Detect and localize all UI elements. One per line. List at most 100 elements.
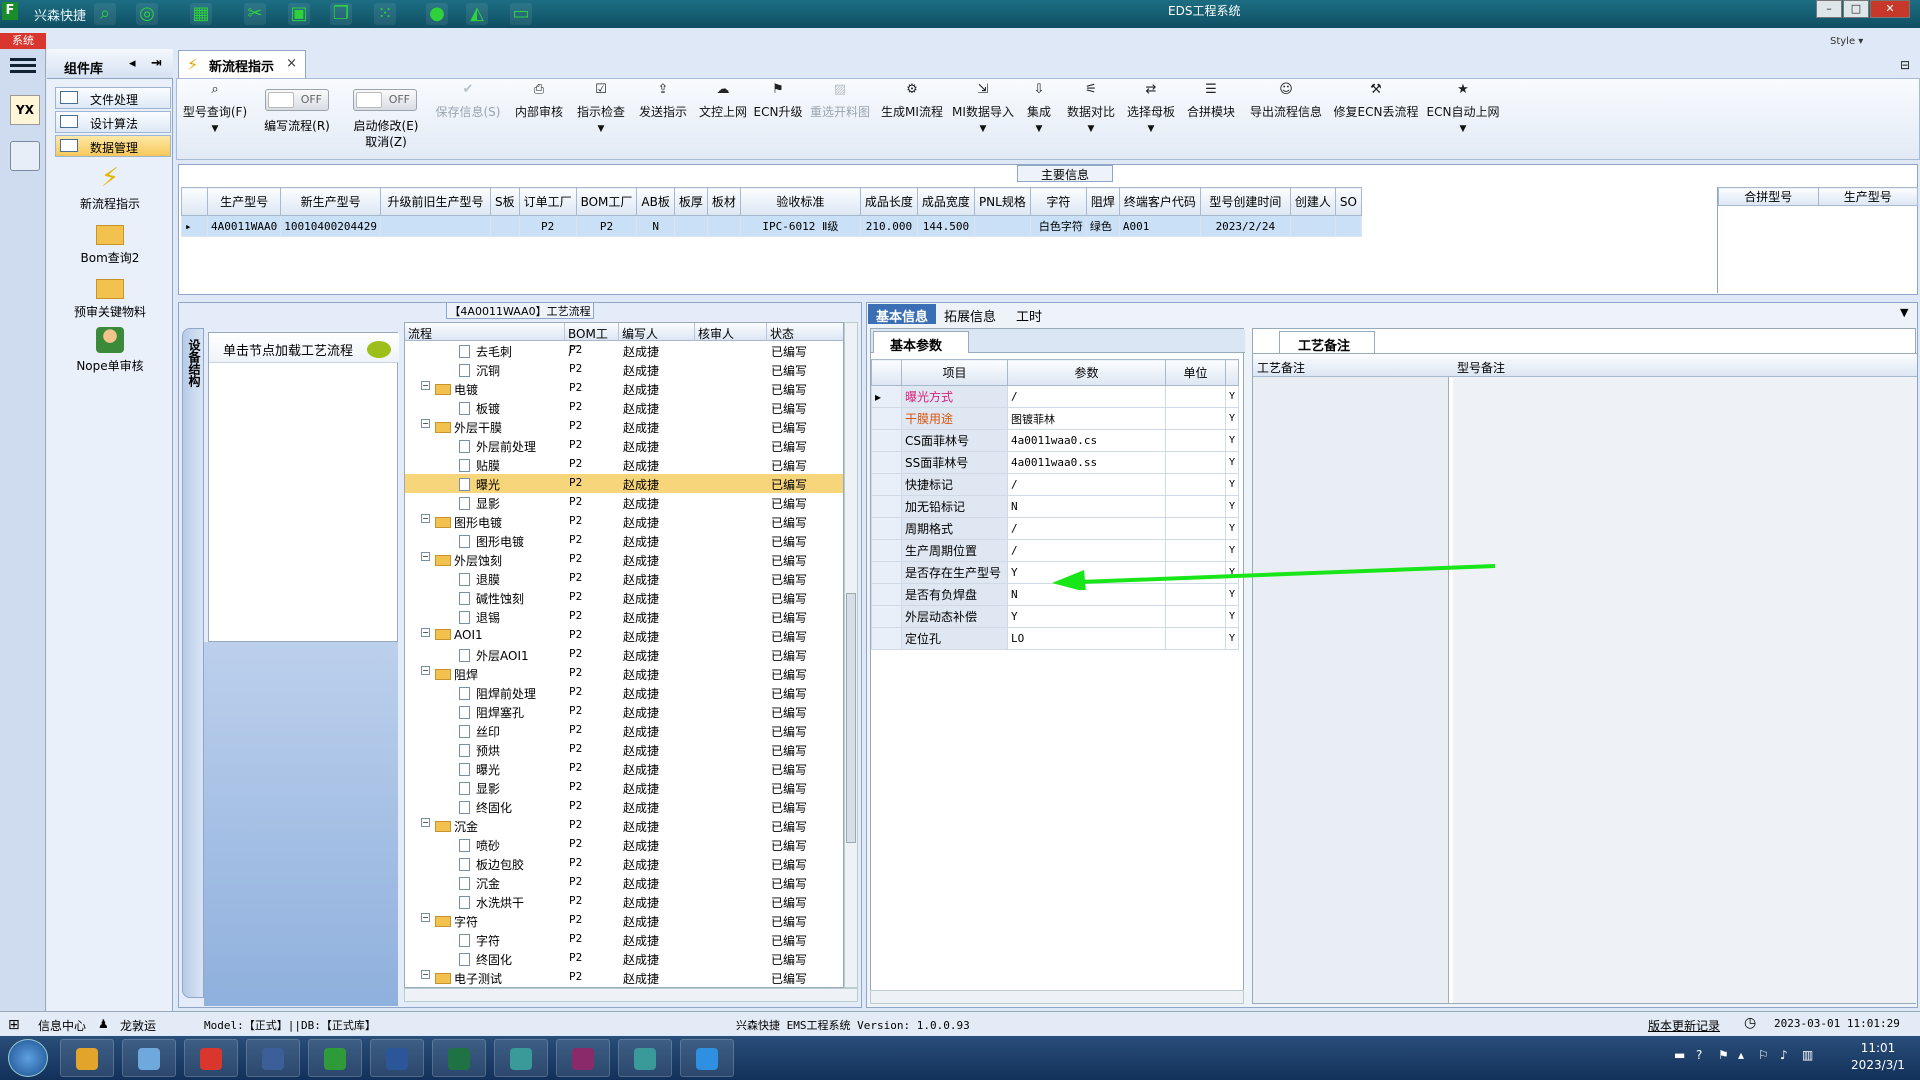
- column-header[interactable]: 生产型号: [206, 187, 282, 216]
- tray-icon[interactable]: ▬: [1674, 1048, 1685, 1062]
- scissors-icon[interactable]: ✂: [244, 3, 266, 25]
- minimize-button[interactable]: –: [1816, 0, 1842, 18]
- tree-row[interactable]: 显影 P2 赵成捷 已编写: [405, 778, 843, 797]
- export-flow-button[interactable]: ☺ 导出流程信息: [1243, 83, 1329, 120]
- param-row[interactable]: 定位孔 LO Y: [871, 627, 1240, 650]
- model-query-button[interactable]: ⌕ 型号查询(F) ▼: [179, 83, 251, 135]
- tree-row[interactable]: 阻焊塞孔 P2 赵成捷 已编写: [405, 702, 843, 721]
- tree-row[interactable]: 图形电镀 P2 赵成捷 已编写: [405, 531, 843, 550]
- device-structure-tab[interactable]: 设备结构: [182, 328, 204, 998]
- tree-node-label[interactable]: 沉铜: [459, 362, 500, 379]
- tool-new-flow[interactable]: ⚡ 新流程指示: [47, 165, 173, 212]
- column-header[interactable]: PNL规格: [973, 187, 1031, 216]
- column-header[interactable]: S板: [489, 187, 520, 216]
- panel-dropdown-icon[interactable]: ▼: [1900, 306, 1908, 319]
- tree-row[interactable]: 字符 P2 赵成捷 已编写: [405, 930, 843, 949]
- check-instruction-button[interactable]: ☑ 指示检查 ▼: [573, 83, 629, 135]
- tree-node-label[interactable]: 电镀: [435, 381, 478, 398]
- table-cell[interactable]: [489, 215, 520, 237]
- table-cell[interactable]: N: [636, 215, 675, 237]
- tree-node-label[interactable]: 阻焊塞孔: [459, 704, 524, 721]
- param-row[interactable]: 生产周期位置 / Y: [871, 539, 1240, 562]
- tree-row[interactable]: 曝光 P2 赵成捷 已编写: [405, 474, 843, 493]
- tree-row[interactable]: 终固化 P2 赵成捷 已编写: [405, 797, 843, 816]
- table-cell[interactable]: [973, 215, 1031, 237]
- pin-icon[interactable]: ⊟: [1900, 58, 1910, 72]
- write-flow-toggle[interactable]: OFF: [265, 89, 329, 111]
- column-header[interactable]: 流程: [405, 323, 565, 341]
- nav-item-file[interactable]: 文件处理: [55, 87, 171, 109]
- tree-node-label[interactable]: 丝印: [459, 723, 500, 740]
- column-header[interactable]: 新生产型号: [280, 187, 381, 216]
- tree-row[interactable]: − 阻焊 P2 赵成捷 已编写: [405, 664, 843, 683]
- column-header[interactable]: 工艺备注: [1257, 359, 1305, 376]
- select-motherboard-button[interactable]: ⇄ 选择母板 ▼: [1123, 83, 1179, 135]
- monitor-icon[interactable]: ▭: [510, 3, 532, 25]
- tree-node-label[interactable]: 沉金: [459, 875, 500, 892]
- tree-row[interactable]: − AOI1 P2 赵成捷 已编写: [405, 626, 843, 645]
- flag-icon[interactable]: ⚐: [1758, 1048, 1769, 1062]
- model-notes-area[interactable]: [1453, 377, 1917, 1003]
- chart-icon[interactable]: ◭: [466, 3, 488, 25]
- collapse-icon[interactable]: −: [421, 913, 430, 922]
- column-header[interactable]: 阻焊: [1085, 187, 1120, 216]
- tree-row[interactable]: − 字符 P2 赵成捷 已编写: [405, 911, 843, 930]
- tree-node-label[interactable]: 字符: [435, 913, 478, 930]
- tree-node-label[interactable]: 显影: [459, 780, 500, 797]
- column-header[interactable]: 项目: [901, 359, 1008, 386]
- param-value[interactable]: /: [1007, 473, 1166, 496]
- param-row[interactable]: ▸ 曝光方式 / Y: [871, 385, 1240, 408]
- param-unit[interactable]: [1165, 539, 1226, 562]
- windows-grid-icon[interactable]: ⊞: [8, 1017, 20, 1033]
- column-header[interactable]: 板厚: [673, 187, 708, 216]
- taskbar-clock[interactable]: 11:01 2023/3/1: [1846, 1040, 1910, 1074]
- close-tab-icon[interactable]: ×: [286, 56, 297, 71]
- param-unit[interactable]: [1165, 385, 1226, 408]
- table-cell[interactable]: [706, 215, 741, 237]
- tree-row[interactable]: 去毛刺 P2 赵成捷 已编写: [405, 341, 843, 360]
- tree-row[interactable]: 板镀 P2 赵成捷 已编写: [405, 398, 843, 417]
- maximize-button[interactable]: □: [1843, 0, 1869, 18]
- column-header[interactable]: 板材: [706, 187, 741, 216]
- tree-node-label[interactable]: 终固化: [459, 951, 512, 968]
- tree-row[interactable]: 水洗烘干 P2 赵成捷 已编写: [405, 892, 843, 911]
- tree-node-label[interactable]: 预烘: [459, 742, 500, 759]
- tree-row[interactable]: 沉金 P2 赵成捷 已编写: [405, 873, 843, 892]
- tree-node-label[interactable]: 退膜: [459, 571, 500, 588]
- column-header[interactable]: 型号创建时间: [1199, 187, 1291, 216]
- collapse-icon[interactable]: −: [421, 552, 430, 561]
- param-unit[interactable]: [1165, 627, 1226, 650]
- tree-row[interactable]: 沉铜 P2 赵成捷 已编写: [405, 360, 843, 379]
- data-compare-button[interactable]: ⚟ 数据对比 ▼: [1063, 83, 1119, 135]
- param-row[interactable]: SS面菲林号 4a0011waa0.ss Y: [871, 451, 1240, 474]
- network-icon[interactable]: ▥: [1802, 1048, 1813, 1062]
- scroll-thumb[interactable]: [846, 593, 856, 843]
- tree-node-label[interactable]: 去毛刺: [459, 343, 512, 360]
- tree-row[interactable]: 显影 P2 赵成捷 已编写: [405, 493, 843, 512]
- tree-row[interactable]: 曝光 P2 赵成捷 已编写: [405, 759, 843, 778]
- tree-node-label[interactable]: 贴膜: [459, 457, 500, 474]
- help-icon[interactable]: ?: [1696, 1048, 1702, 1062]
- update-log-link[interactable]: 版本更新记录: [1648, 1017, 1720, 1034]
- param-row[interactable]: 外层动态补偿 Y Y: [871, 605, 1240, 628]
- tree-node-label[interactable]: 显影: [459, 495, 500, 512]
- tree-row[interactable]: 终固化 P2 赵成捷 已编写: [405, 949, 843, 968]
- layout-icon[interactable]: ▣: [288, 3, 310, 25]
- tree-row[interactable]: 外层前处理 P2 赵成捷 已编写: [405, 436, 843, 455]
- param-value[interactable]: 4a0011waa0.ss: [1007, 451, 1166, 474]
- tree-node-label[interactable]: 外层干膜: [435, 419, 502, 436]
- nav-item-algorithm[interactable]: 设计算法: [55, 111, 171, 133]
- menu-icon[interactable]: [10, 55, 36, 75]
- param-row[interactable]: 干膜用途 图镀菲林 Y: [871, 407, 1240, 430]
- tree-node-label[interactable]: 碱性蚀刻: [459, 590, 524, 607]
- tree-row[interactable]: 阻焊前处理 P2 赵成捷 已编写: [405, 683, 843, 702]
- param-unit[interactable]: [1165, 605, 1226, 628]
- tree-node-label[interactable]: 退锡: [459, 609, 500, 626]
- collapse-icon[interactable]: −: [421, 419, 430, 428]
- taskbar-app-notepad[interactable]: [122, 1039, 176, 1077]
- table-cell[interactable]: 白色字符: [1029, 215, 1087, 237]
- tree-node-label[interactable]: 字符: [459, 932, 500, 949]
- tree-row[interactable]: 预烘 P2 赵成捷 已编写: [405, 740, 843, 759]
- tree-node-label[interactable]: 阻焊: [435, 666, 478, 683]
- tree-node-label[interactable]: 水洗烘干: [459, 894, 524, 911]
